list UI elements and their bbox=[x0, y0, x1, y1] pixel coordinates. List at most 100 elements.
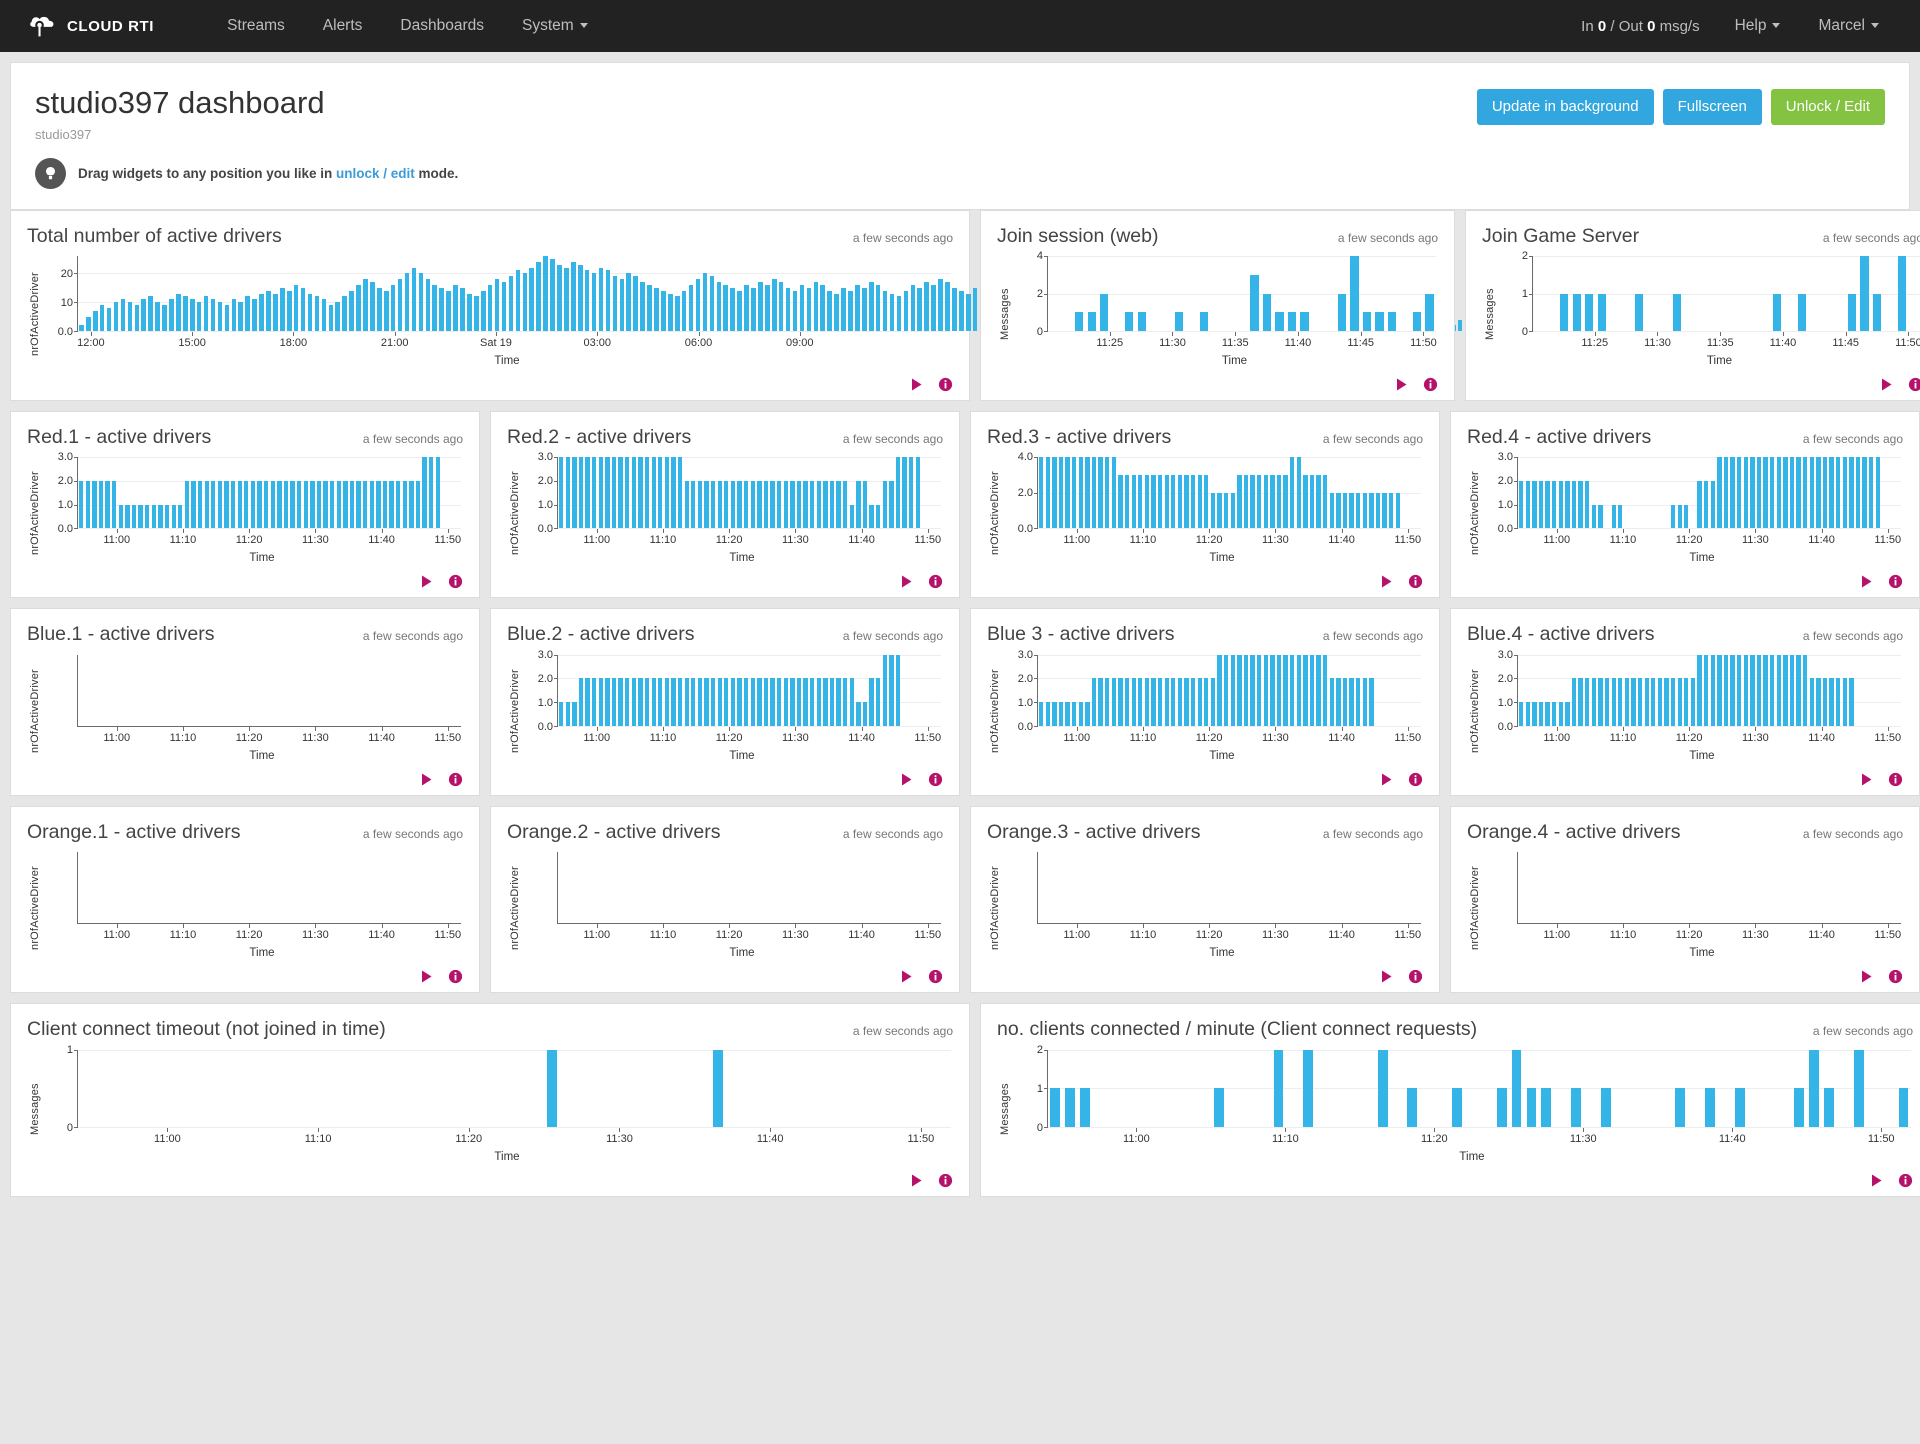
bar bbox=[557, 264, 562, 332]
bar bbox=[92, 310, 98, 332]
bar bbox=[1303, 654, 1308, 726]
nav-link-alerts[interactable]: Alerts bbox=[304, 1, 382, 51]
nav-link-streams[interactable]: Streams bbox=[208, 1, 304, 51]
info-icon[interactable] bbox=[448, 772, 463, 787]
hint-unlock-edit-link[interactable]: unlock / edit bbox=[336, 166, 415, 181]
bar bbox=[1375, 312, 1384, 332]
widget-red-4-active-drivers[interactable]: Red.4 - active drivers a few seconds ago n… bbox=[1450, 411, 1920, 599]
bar bbox=[671, 678, 676, 726]
play-icon[interactable] bbox=[909, 1173, 924, 1188]
widget-title: Orange.4 - active drivers bbox=[1467, 820, 1681, 843]
play-icon[interactable] bbox=[909, 377, 924, 392]
play-icon[interactable] bbox=[1394, 377, 1409, 392]
widget-join-game-server[interactable]: Join Game Server a few seconds ago Message… bbox=[1465, 209, 1920, 402]
widget-join-session-web[interactable]: Join session (web) a few seconds ago Messa… bbox=[980, 209, 1455, 402]
info-icon[interactable] bbox=[1408, 969, 1423, 984]
widget-red-2-active-drivers[interactable]: Red.2 - active drivers a few seconds ago n… bbox=[490, 411, 960, 599]
info-icon[interactable] bbox=[1888, 969, 1903, 984]
bar bbox=[862, 287, 867, 332]
widget-blue-1-active-drivers[interactable]: Blue.1 - active drivers a few seconds ago… bbox=[10, 608, 480, 796]
play-icon[interactable] bbox=[899, 574, 914, 589]
x-tick-mark bbox=[249, 924, 251, 929]
info-icon[interactable] bbox=[1423, 377, 1438, 392]
bar bbox=[1262, 293, 1272, 332]
play-icon[interactable] bbox=[1379, 574, 1394, 589]
brand-logo[interactable]: CLOUD RTI bbox=[28, 13, 154, 39]
bar bbox=[363, 481, 368, 529]
bar bbox=[1080, 1088, 1090, 1127]
widget-orange-2-active-drivers[interactable]: Orange.2 - active drivers a few seconds a… bbox=[490, 805, 960, 994]
x-tick-label: 11:10 bbox=[1609, 731, 1637, 744]
play-icon[interactable] bbox=[419, 969, 434, 984]
widget-client-connect-timeout[interactable]: Client connect timeout (not joined in ti… bbox=[10, 1003, 970, 1197]
bar bbox=[882, 481, 887, 529]
widget-orange-4-active-drivers[interactable]: Orange.4 - active drivers a few seconds a… bbox=[1450, 805, 1920, 994]
widget-orange-1-active-drivers[interactable]: Orange.1 - active drivers a few seconds a… bbox=[10, 805, 480, 994]
widget-blue-2-active-drivers[interactable]: Blue.2 - active drivers a few seconds ago… bbox=[490, 608, 960, 796]
play-icon[interactable] bbox=[1859, 969, 1874, 984]
info-icon[interactable] bbox=[1888, 574, 1903, 589]
bar bbox=[266, 290, 271, 332]
play-icon[interactable] bbox=[419, 574, 434, 589]
play-icon[interactable] bbox=[1859, 574, 1874, 589]
info-icon[interactable] bbox=[1898, 1173, 1913, 1188]
unlock-edit-button[interactable]: Unlock / Edit bbox=[1770, 89, 1885, 125]
play-icon[interactable] bbox=[1869, 1173, 1884, 1188]
info-icon[interactable] bbox=[938, 377, 953, 392]
fullscreen-button[interactable]: Fullscreen bbox=[1662, 89, 1762, 125]
info-icon[interactable] bbox=[1888, 772, 1903, 787]
info-icon[interactable] bbox=[1908, 377, 1920, 392]
info-icon[interactable] bbox=[1408, 772, 1423, 787]
info-icon[interactable] bbox=[928, 969, 943, 984]
widget-orange-3-active-drivers[interactable]: Orange.3 - active drivers a few seconds a… bbox=[970, 805, 1440, 994]
widget-blue-4-active-drivers[interactable]: Blue.4 - active drivers a few seconds ago… bbox=[1450, 608, 1920, 796]
nav-link-help[interactable]: Help bbox=[1716, 1, 1800, 51]
widget-title-row: Orange.1 - active drivers a few seconds a… bbox=[27, 821, 463, 844]
bar bbox=[1710, 654, 1715, 726]
widget-timestamp: a few seconds ago bbox=[1802, 432, 1903, 447]
x-tick-mark bbox=[1622, 529, 1624, 534]
info-icon[interactable] bbox=[448, 969, 463, 984]
info-icon[interactable] bbox=[928, 574, 943, 589]
bar bbox=[1065, 457, 1070, 529]
bar bbox=[1407, 1088, 1418, 1127]
x-tick-label: 11:00 bbox=[583, 929, 611, 942]
info-icon[interactable] bbox=[1408, 574, 1423, 589]
info-icon[interactable] bbox=[448, 574, 463, 589]
info-icon[interactable] bbox=[938, 1173, 953, 1188]
play-icon[interactable] bbox=[419, 772, 434, 787]
bar bbox=[314, 296, 320, 332]
bar bbox=[1144, 678, 1150, 726]
bar bbox=[1651, 678, 1656, 726]
widget-footer bbox=[27, 367, 953, 392]
bar bbox=[1829, 457, 1834, 529]
play-icon[interactable] bbox=[1379, 772, 1394, 787]
plot-area bbox=[74, 1049, 951, 1128]
nav-link-system[interactable]: System bbox=[503, 1, 607, 51]
widget-red-1-active-drivers[interactable]: Red.1 - active drivers a few seconds ago n… bbox=[10, 411, 480, 599]
play-icon[interactable] bbox=[1379, 969, 1394, 984]
widget-clients-connected-per-minute[interactable]: no. clients connected / minute (Client c… bbox=[980, 1003, 1920, 1197]
play-icon[interactable] bbox=[1879, 377, 1894, 392]
y-axis-label: nrOfActiveDriver bbox=[509, 668, 521, 753]
widget-blue-3-active-drivers[interactable]: Blue 3 - active drivers a few seconds ago… bbox=[970, 608, 1440, 796]
nav-link-dashboards[interactable]: Dashboards bbox=[381, 1, 503, 51]
nav-link-user-menu[interactable]: Marcel bbox=[1799, 1, 1898, 51]
play-icon[interactable] bbox=[899, 969, 914, 984]
bar bbox=[1769, 654, 1775, 726]
x-tick-label: 11:40 bbox=[848, 534, 875, 547]
plot-area bbox=[77, 852, 461, 925]
x-tick-mark bbox=[861, 924, 863, 929]
widget-total-active-drivers[interactable]: Total number of active drivers a few seco… bbox=[10, 209, 1920, 402]
update-in-background-button[interactable]: Update in background bbox=[1476, 89, 1654, 125]
bar bbox=[336, 481, 341, 529]
x-tick-mark bbox=[293, 332, 295, 337]
widget-red-3-active-drivers[interactable]: Red.3 - active drivers a few seconds ago n… bbox=[970, 411, 1440, 599]
play-icon[interactable] bbox=[1859, 772, 1874, 787]
x-tick-mark bbox=[1275, 726, 1277, 731]
x-axis: 11:25 11:30 11:35 11:40 11:45 11:50 bbox=[1532, 332, 1920, 352]
play-icon[interactable] bbox=[899, 772, 914, 787]
widget-title-row: Red.1 - active drivers a few seconds ago bbox=[27, 426, 463, 449]
info-icon[interactable] bbox=[928, 772, 943, 787]
bar bbox=[1362, 492, 1367, 529]
